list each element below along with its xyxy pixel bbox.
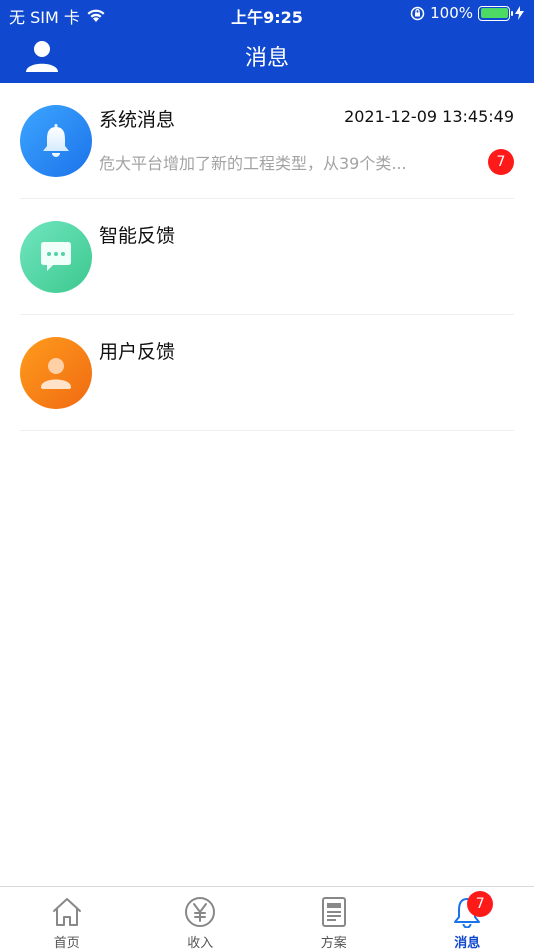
page-title: 消息 xyxy=(244,46,289,71)
unread-badge: 7 xyxy=(488,149,514,175)
tab-home[interactable]: 首页 xyxy=(0,887,134,950)
tab-messages[interactable]: 7 消息 xyxy=(401,887,534,950)
item-title: 用户反馈 xyxy=(99,341,176,363)
battery-icon xyxy=(478,5,513,21)
tab-label: 收入 xyxy=(187,936,214,950)
tab-badge: 7 xyxy=(467,891,494,917)
item-title: 智能反馈 xyxy=(99,225,176,247)
document-icon xyxy=(321,897,346,927)
list-item-smart-feedback[interactable]: 智能反馈 xyxy=(0,199,534,315)
system-message-avatar xyxy=(20,105,92,177)
header: 无 SIM 卡 上午9:25 100% 消息 xyxy=(0,0,534,83)
tab-bar: 首页 收入 方案 7 消息 xyxy=(0,886,534,950)
charging-icon xyxy=(515,6,524,20)
tab-label: 首页 xyxy=(53,936,80,950)
chat-bubble-icon xyxy=(41,242,71,271)
list-item-user-feedback[interactable]: 用户反馈 xyxy=(0,315,534,431)
messages-screen: 无 SIM 卡 上午9:25 100% 消息 系统消息 2021-12-09 1… xyxy=(0,0,534,950)
yen-circle-icon xyxy=(185,897,216,927)
smart-feedback-avatar xyxy=(20,221,92,293)
item-title: 系统消息 xyxy=(99,109,176,131)
battery-fill xyxy=(480,8,508,18)
status-bar: 无 SIM 卡 上午9:25 100% xyxy=(0,0,534,28)
tab-income[interactable]: 收入 xyxy=(134,887,268,950)
user-icon xyxy=(41,358,71,389)
divider xyxy=(20,430,514,431)
tab-label: 方案 xyxy=(320,936,347,950)
status-right: 100% xyxy=(410,4,524,22)
tab-plans[interactable]: 方案 xyxy=(267,887,401,950)
item-time: 2021-12-09 13:45:49 xyxy=(344,107,514,126)
battery-percent: 100% xyxy=(430,4,473,22)
bell-icon xyxy=(43,124,69,157)
home-icon xyxy=(52,898,81,926)
orientation-lock-icon xyxy=(410,6,425,20)
list-item-system-messages[interactable]: 系统消息 2021-12-09 13:45:49 危大平台增加了新的工程类型，从… xyxy=(0,83,534,199)
item-preview: 危大平台增加了新的工程类型，从39个类... xyxy=(99,154,407,173)
tab-label: 消息 xyxy=(454,936,481,950)
user-feedback-avatar xyxy=(20,337,92,409)
message-list: 系统消息 2021-12-09 13:45:49 危大平台增加了新的工程类型，从… xyxy=(0,83,534,431)
